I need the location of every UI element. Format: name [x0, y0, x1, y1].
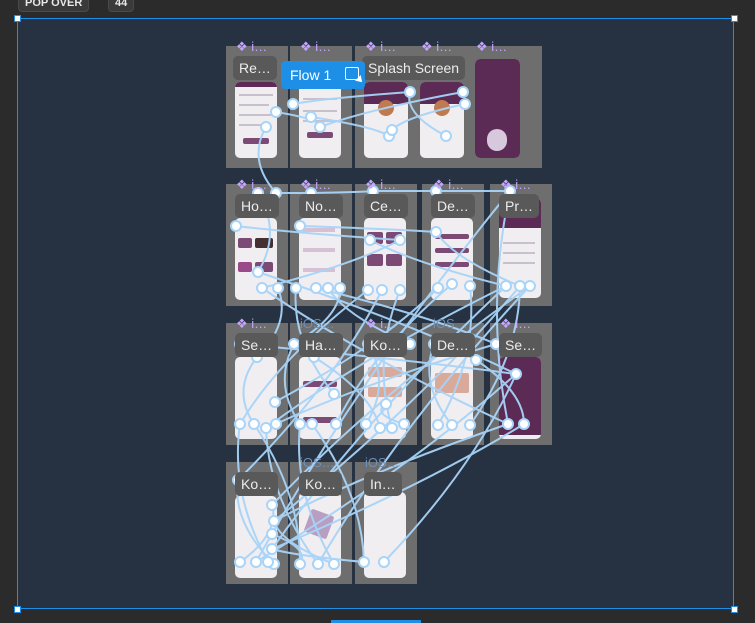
frame-label[interactable]: ❖ i…	[236, 317, 276, 331]
screen-settings	[235, 357, 277, 439]
frame-label[interactable]: ❖ i…	[236, 178, 276, 192]
frame-label[interactable]: ❖ i…	[300, 40, 340, 54]
frame-name-pill[interactable]: Ha…	[299, 333, 343, 357]
frame-label[interactable]: ❖ i…	[500, 317, 540, 331]
frame-label[interactable]: iOS…	[300, 456, 340, 470]
frame-label[interactable]: ❖ i…	[500, 178, 540, 192]
screen-register	[235, 82, 277, 158]
screen-ha	[299, 357, 341, 439]
design-canvas[interactable]: ❖ i… ❖ i… ❖ i… ❖ i… ❖ i… ❖ i… ❖ i… ❖ i… …	[0, 14, 755, 623]
play-prototype-icon[interactable]	[345, 67, 359, 80]
frame-name-pill[interactable]: Splash Screen	[362, 56, 466, 80]
screen-se	[499, 357, 541, 439]
top-toolbar: POP OVER 44	[0, 0, 755, 14]
flow-label: Flow 1	[290, 67, 332, 83]
frame-name-pill[interactable]: Se…	[235, 333, 279, 357]
screen-detail-ios	[431, 357, 473, 439]
resize-handle-bottom-right[interactable]	[731, 606, 738, 613]
flow-start-button[interactable]: Flow 1	[281, 61, 365, 89]
screen-notes	[299, 218, 341, 300]
screen-ko-2	[235, 496, 277, 578]
frame-label[interactable]: ❖ i…	[421, 40, 461, 54]
frame-name-pill[interactable]: De…	[431, 194, 475, 218]
screen-ko-3	[299, 492, 341, 578]
frame-name-pill[interactable]: Ho…	[235, 194, 279, 218]
frame-label[interactable]: ❖ i…	[476, 40, 516, 54]
screen-home	[235, 218, 277, 300]
frame-name-pill[interactable]: No…	[299, 194, 343, 218]
popover-button[interactable]: POP OVER	[18, 0, 90, 12]
frame-name-pill[interactable]: In…	[364, 472, 402, 496]
resize-handle-top-right[interactable]	[731, 15, 738, 22]
frame-name-pill[interactable]: Re…	[233, 56, 277, 80]
screen-login	[299, 82, 341, 158]
resize-handle-bottom-left[interactable]	[14, 606, 21, 613]
screen-splash-1	[364, 82, 408, 158]
frame-name-pill[interactable]: De…	[431, 333, 475, 357]
frame-label[interactable]: ❖ i…	[236, 40, 276, 54]
frame-name-pill[interactable]: Pr…	[499, 194, 539, 218]
screen-splash-brand	[475, 59, 520, 158]
frame-name-pill[interactable]: Ko…	[364, 333, 408, 357]
screen-splash-2	[420, 82, 464, 158]
screen-in	[364, 492, 406, 578]
frame-name-pill[interactable]: Ko…	[235, 472, 279, 496]
screen-ce	[364, 218, 406, 300]
count-button[interactable]: 44	[108, 0, 135, 12]
frame-label[interactable]: ❖ i…	[365, 178, 405, 192]
frame-name-pill[interactable]: Se…	[499, 333, 543, 357]
frame-label[interactable]: ❖ i…	[300, 178, 340, 192]
frame-label[interactable]: ❖ i…	[365, 40, 405, 54]
frame-label[interactable]: iOS…	[365, 456, 405, 470]
screen-detail	[431, 218, 473, 300]
screen-ko	[364, 357, 406, 439]
frame-name-pill[interactable]: Ce…	[364, 194, 408, 218]
frame-name-pill[interactable]: Ko…	[299, 472, 343, 496]
frame-label[interactable]: ❖ i…	[365, 317, 405, 331]
frame-label[interactable]: ❖ i…	[433, 178, 473, 192]
resize-handle-top-left[interactable]	[14, 15, 21, 22]
frame-label[interactable]: iOS…	[433, 317, 473, 331]
frame-label[interactable]: iOS…	[300, 317, 340, 331]
